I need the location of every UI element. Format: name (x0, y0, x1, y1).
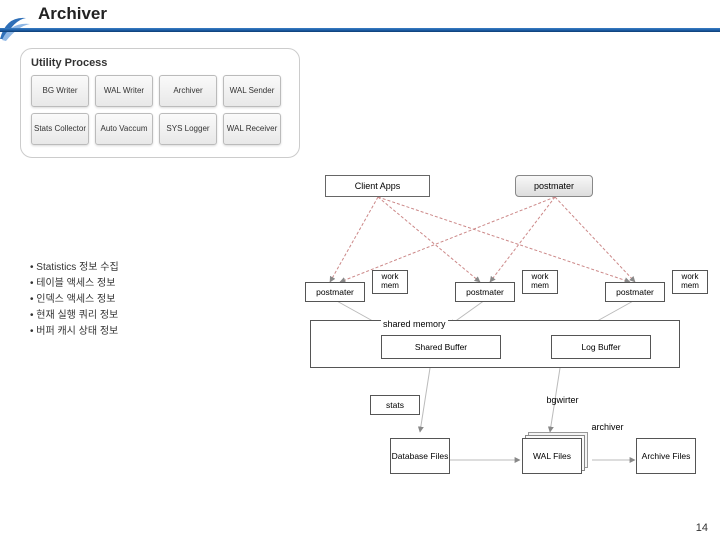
wal-sender-cube: WAL Sender (223, 75, 281, 107)
bullet-item: 테이블 액세스 정보 (30, 276, 119, 292)
utility-grid: BG Writer WAL Writer Archiver WAL Sender… (31, 75, 289, 145)
bullet-item: 인덱스 액세스 정보 (30, 292, 119, 308)
bg-writer-cube: BG Writer (31, 75, 89, 107)
wal-files-box: WAL Files (522, 438, 582, 474)
bullet-item: 버퍼 캐시 상태 정보 (30, 324, 119, 340)
page-title: Archiver (38, 4, 107, 24)
log-buffer-box: Log Buffer (551, 335, 651, 359)
postmater-main: postmater (515, 175, 593, 197)
shared-memory-box: shared memory Shared Buffer Log Buffer (310, 320, 680, 368)
bullets-list: Statistics 정보 수집 테이블 액세스 정보 인덱스 액세스 정보 현… (30, 260, 119, 340)
shared-memory-label: shared memory (381, 319, 448, 329)
client-apps-box: Client Apps (325, 175, 430, 197)
database-files-box: Database Files (390, 438, 450, 474)
archiver-label: archiver (585, 422, 630, 436)
stats-collector-cube: Stats Collector (31, 113, 89, 145)
wal-files-stack: WAL Files (522, 432, 588, 474)
panel-title: Utility Process (31, 57, 289, 69)
bullet-item: 현재 실행 쿼리 정보 (30, 308, 119, 324)
work-mem-2: work mem (522, 270, 558, 294)
header-divider (0, 28, 720, 32)
postmater-proc-1: postmater (305, 282, 365, 302)
postmater-proc-2: postmater (455, 282, 515, 302)
utility-process-panel: Utility Process BG Writer WAL Writer Arc… (20, 48, 300, 158)
archiver-cube: Archiver (159, 75, 217, 107)
bullet-item: Statistics 정보 수집 (30, 260, 119, 276)
work-mem-3: work mem (672, 270, 708, 294)
sys-logger-cube: SYS Logger (159, 113, 217, 145)
auto-vacuum-cube: Auto Vaccum (95, 113, 153, 145)
work-mem-1: work mem (372, 270, 408, 294)
wal-writer-cube: WAL Writer (95, 75, 153, 107)
bgwriter-label: bgwirter (535, 395, 590, 413)
postmater-proc-3: postmater (605, 282, 665, 302)
stats-box: stats (370, 395, 420, 415)
wal-receiver-cube: WAL Receiver (223, 113, 281, 145)
archive-files-box: Archive Files (636, 438, 696, 474)
shared-buffer-box: Shared Buffer (381, 335, 501, 359)
page-number: 14 (696, 522, 708, 534)
